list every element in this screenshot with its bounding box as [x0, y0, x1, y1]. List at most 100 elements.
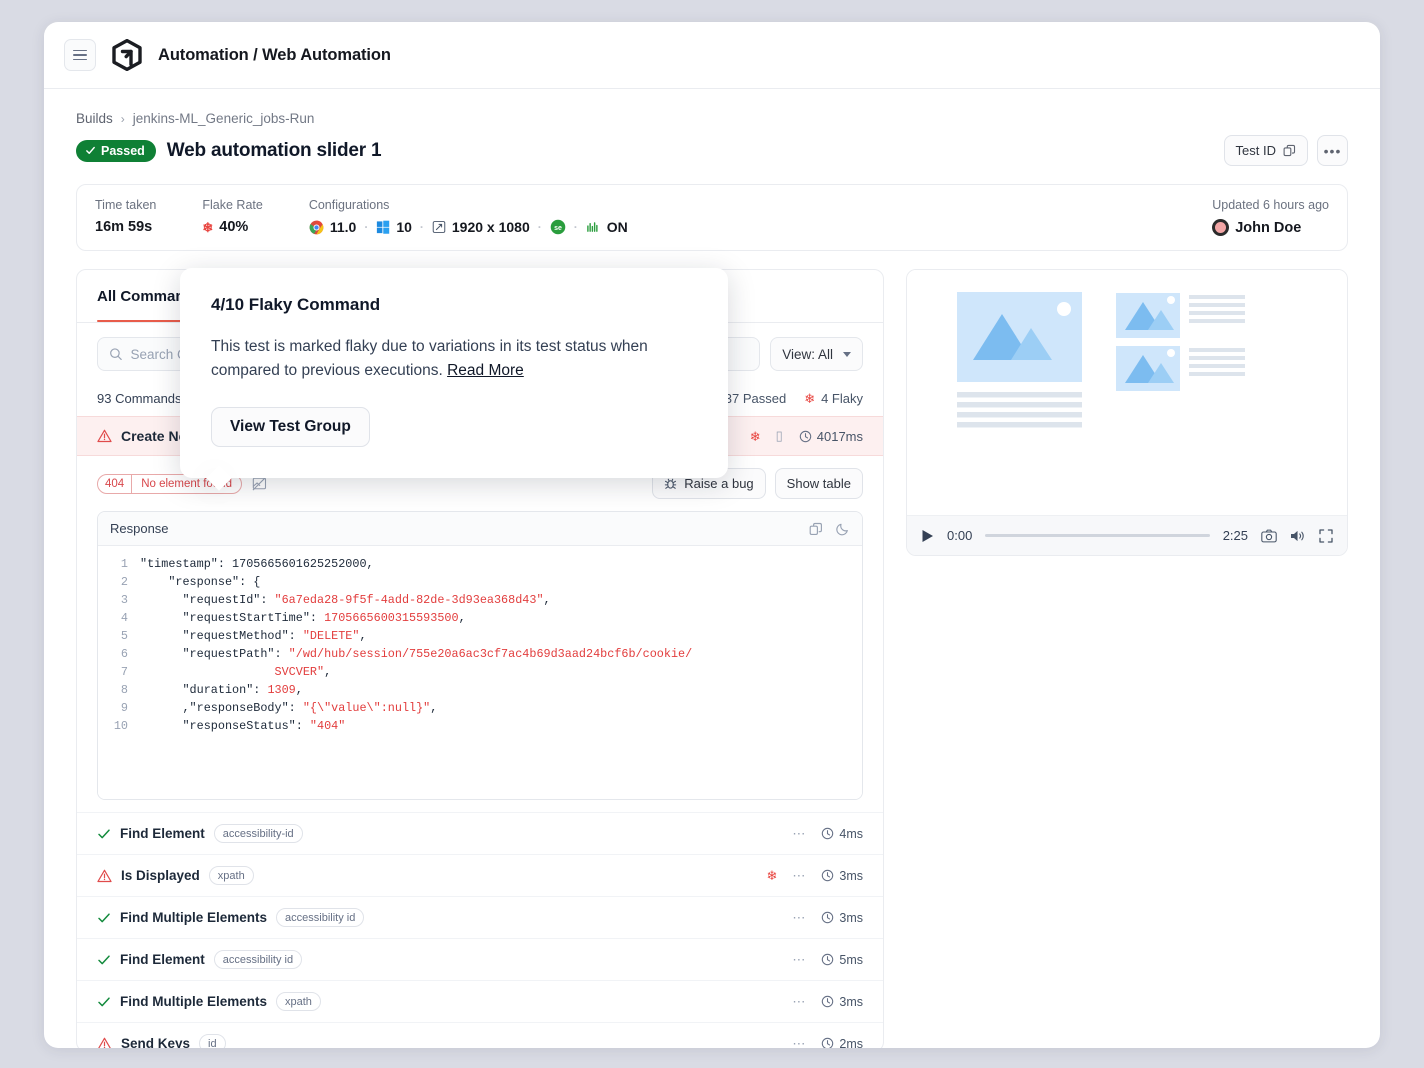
video-progress-track[interactable]: [985, 534, 1209, 537]
copy-icon[interactable]: [809, 522, 823, 536]
code-line-text: "response": {: [140, 573, 260, 591]
check-icon: [97, 911, 111, 925]
view-test-group-button[interactable]: View Test Group: [211, 407, 370, 447]
command-row[interactable]: Send Keysid⋯2ms: [77, 1022, 883, 1048]
code-line-text: "requestStartTime": 1705665600315593500,: [140, 609, 466, 627]
code-line-number: 5: [98, 627, 140, 645]
video-skeleton-graphic: [933, 288, 1325, 488]
view-filter-select[interactable]: View: All: [770, 337, 863, 371]
chevron-down-icon: [843, 352, 851, 357]
play-icon[interactable]: [921, 529, 934, 543]
test-id-button[interactable]: Test ID: [1224, 135, 1308, 166]
meta-configurations-label: Configurations: [309, 198, 628, 212]
show-table-button[interactable]: Show table: [775, 468, 863, 499]
clock-icon: [821, 869, 834, 882]
command-duration: 4ms: [839, 827, 863, 841]
command-duration-wrap: 3ms: [821, 995, 863, 1009]
breadcrumb-builds[interactable]: Builds: [76, 111, 113, 126]
code-line-text: "requestPath": "/wd/hub/session/755e20a6…: [140, 645, 692, 663]
response-code-header: Response: [98, 512, 862, 546]
code-line-number: 3: [98, 591, 140, 609]
moon-icon[interactable]: [836, 522, 850, 536]
command-duration: 5ms: [839, 953, 863, 967]
failed-command-duration-wrap: 4017ms: [799, 429, 863, 444]
command-more-icon[interactable]: ⋯: [792, 826, 806, 842]
command-row-right: ⋯ 3ms: [792, 910, 863, 926]
meta-time-taken-label: Time taken: [95, 198, 156, 212]
code-line-text: SVCVER",: [140, 663, 331, 681]
page-content: Builds › jenkins-ML_Generic_jobs-Run Pas…: [44, 89, 1380, 1048]
command-list: Find Elementaccessibility-id⋯4msIs Displ…: [77, 812, 883, 1048]
clock-icon: [799, 430, 812, 443]
command-locator-chip: id: [199, 1034, 226, 1048]
hamburger-icon[interactable]: [64, 39, 96, 71]
copy-icon: [1283, 144, 1296, 157]
error-code: 404: [98, 475, 132, 493]
warning-triangle-icon: [97, 869, 112, 883]
read-more-link[interactable]: Read More: [447, 362, 524, 379]
meta-updated: Updated 6 hours ago John Doe: [1212, 198, 1329, 236]
command-duration-wrap: 5ms: [821, 953, 863, 967]
snowflake-icon: ❄: [750, 430, 761, 443]
code-line-number: 7: [98, 663, 140, 681]
config-network: ON: [586, 219, 628, 235]
comment-icon[interactable]: ▯: [776, 428, 784, 444]
config-browser: 11.0: [309, 219, 356, 235]
clock-icon: [821, 953, 834, 966]
config-browser-version: 11.0: [330, 219, 356, 235]
volume-icon[interactable]: [1290, 529, 1306, 543]
command-row-right: ⋯ 5ms: [792, 952, 863, 968]
command-row[interactable]: Is Displayedxpath❄⋯3ms: [77, 854, 883, 896]
command-duration-wrap: 3ms: [821, 869, 863, 883]
breadcrumb-separator-icon: ›: [121, 112, 125, 126]
status-badge: Passed: [76, 140, 156, 162]
snowflake-icon: ❄: [766, 869, 777, 882]
commands-count: 93 Commands: [97, 391, 182, 406]
command-duration: 3ms: [839, 995, 863, 1009]
command-more-icon[interactable]: ⋯: [792, 952, 806, 968]
breadcrumb-current[interactable]: jenkins-ML_Generic_jobs-Run: [133, 111, 315, 126]
fullscreen-icon[interactable]: [1319, 529, 1333, 543]
warning-triangle-icon: [97, 1037, 112, 1049]
command-more-icon[interactable]: ⋯: [792, 868, 806, 884]
command-more-icon[interactable]: ⋯: [792, 910, 806, 926]
command-row[interactable]: Find Elementaccessibility-id⋯4ms: [77, 812, 883, 854]
response-code-actions: [809, 522, 850, 536]
snowflake-icon: ❄: [804, 392, 815, 405]
command-duration-wrap: 4ms: [821, 827, 863, 841]
command-name: Send Keys: [121, 1036, 190, 1048]
command-row[interactable]: Find Multiple Elementsaccessibility id⋯3…: [77, 896, 883, 938]
summary-flaky-wrap: ❄ 4 Flaky: [804, 391, 863, 406]
command-row[interactable]: Find Multiple Elementsxpath⋯3ms: [77, 980, 883, 1022]
chrome-icon: [309, 220, 324, 235]
command-more-icon[interactable]: ⋯: [792, 994, 806, 1010]
meta-flake-rate-value-wrap: ❄ 40%: [202, 219, 262, 235]
command-locator-chip: accessibility id: [214, 950, 302, 969]
broken-image-icon: [252, 476, 267, 491]
code-line-text: "requestMethod": "DELETE",: [140, 627, 367, 645]
code-line: 10 "responseStatus": "404": [98, 717, 862, 735]
test-meta-card: Time taken 16m 59s Flake Rate ❄ 40% Conf…: [76, 184, 1348, 251]
command-row[interactable]: Find Element accessibility id ⋯ 5ms: [77, 938, 883, 980]
meta-updated-user-wrap: John Doe: [1212, 219, 1329, 236]
response-code-title: Response: [110, 521, 169, 536]
command-more-icon[interactable]: ⋯: [792, 1036, 806, 1049]
raise-a-bug-label: Raise a bug: [684, 476, 753, 491]
command-name: Find Element: [120, 952, 205, 967]
code-line: 5 "requestMethod": "DELETE",: [98, 627, 862, 645]
command-locator-chip: accessibility id: [276, 908, 364, 927]
page-title: Automation / Web Automation: [158, 46, 391, 65]
more-options-button[interactable]: •••: [1317, 135, 1348, 166]
code-line-number: 6: [98, 645, 140, 663]
command-duration-wrap: 3ms: [821, 911, 863, 925]
show-table-label: Show table: [787, 476, 851, 491]
command-row-right: ❄ ⋯ 3ms: [766, 868, 863, 884]
code-line-number: 1: [98, 555, 140, 573]
code-line-text: "duration": 1309,: [140, 681, 303, 699]
command-name: Find Element: [120, 826, 205, 841]
meta-updated-user: John Doe: [1235, 220, 1301, 236]
failed-command-right: ❄ ▯ 4017ms: [750, 428, 863, 444]
camera-icon[interactable]: [1261, 529, 1277, 543]
clock-icon: [821, 827, 834, 840]
code-line: 4 "requestStartTime": 170566560031559350…: [98, 609, 862, 627]
